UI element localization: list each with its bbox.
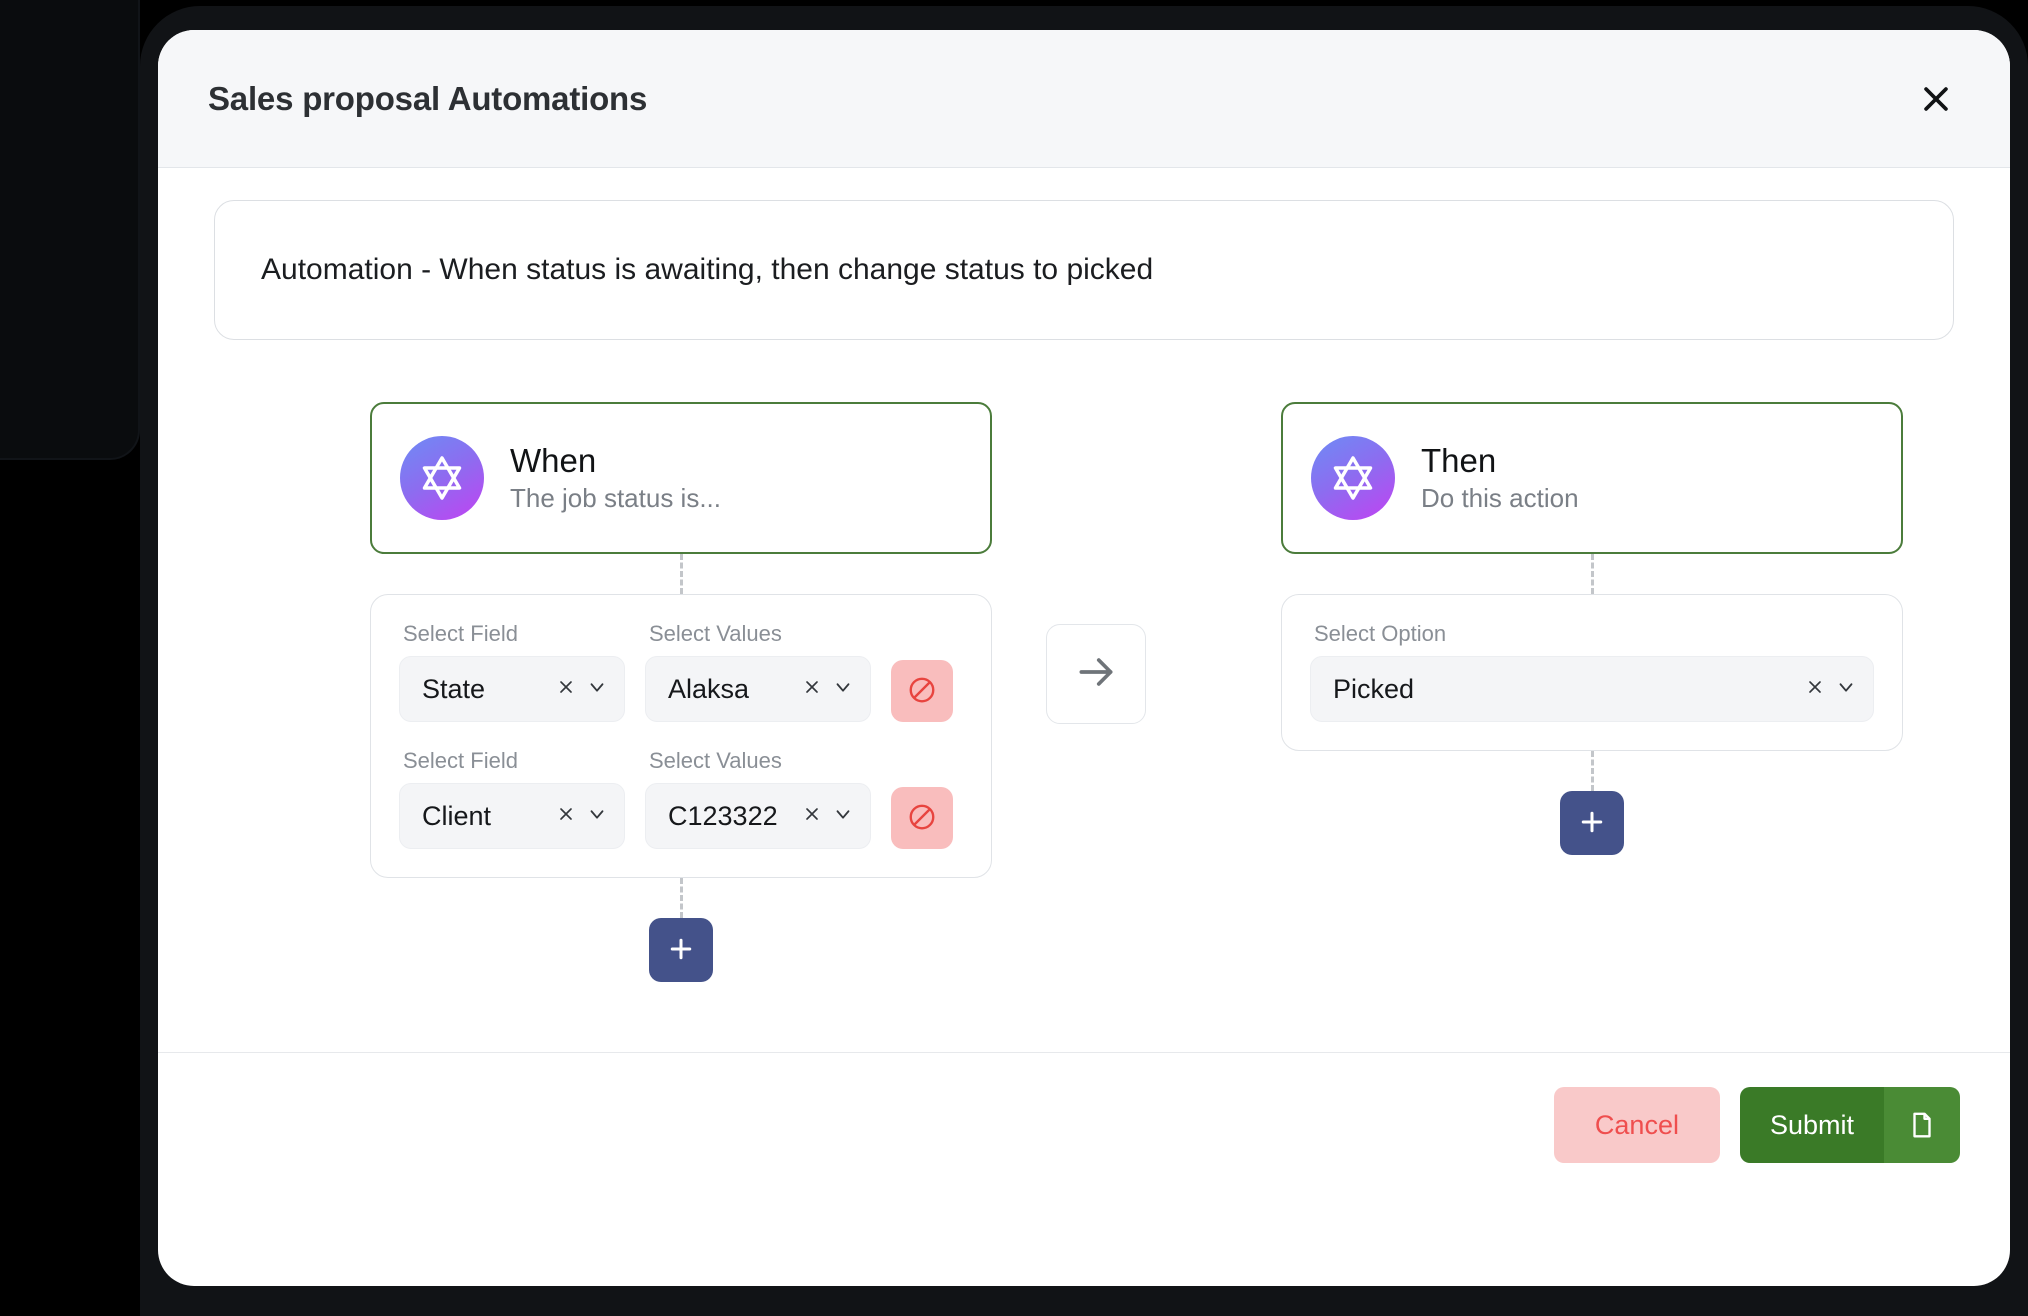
dialog-body: Automation - When status is awaiting, th… [158,168,2010,1052]
select-option-dropdown[interactable]: Picked [1310,656,1874,722]
then-branch: Then Do this action Select Option Picked [1281,402,1903,855]
chevron-down-icon[interactable] [586,803,608,830]
clear-icon[interactable] [556,804,576,829]
when-title: When [510,442,597,479]
clear-icon[interactable] [802,677,822,702]
automation-summary-banner: Automation - When status is awaiting, th… [214,200,1954,340]
star-of-david-icon [1311,436,1395,520]
chevron-down-icon[interactable] [832,803,854,830]
automations-dialog: Sales proposal Automations Automation - … [158,30,2010,1286]
then-action-card[interactable]: Then Do this action [1281,402,1903,554]
connector-dash-when-bottom [679,878,683,918]
select-field-value: State [422,673,486,704]
select-field-dropdown[interactable]: State [399,656,625,722]
select-controls [802,676,854,703]
plus-icon [666,934,696,967]
clear-icon[interactable] [556,677,576,702]
background-panel [0,0,140,460]
chevron-down-icon[interactable] [586,676,608,703]
select-field-value: Client [422,800,492,831]
select-field-dropdown[interactable]: Client [399,783,625,849]
then-option-panel: Select Option Picked [1281,594,1903,751]
select-controls [1805,676,1857,703]
flow-direction-arrow[interactable] [1046,624,1146,724]
select-values-dropdown[interactable]: C123322 [645,783,871,849]
then-title: Then [1421,442,1497,479]
submit-button-label: Submit [1739,1087,1884,1163]
select-values-dropdown[interactable]: Alaksa [645,656,871,722]
when-trigger-text: When The job status is... [510,442,721,514]
condition-row: Select Field State Select Values Alaksa [399,621,963,722]
when-branch: When The job status is... Select Field S… [370,402,992,982]
select-values-label: Select Values [649,748,782,773]
condition-row: Select Field Client Select Values C12332… [399,748,963,849]
automation-summary-text: Automation - When status is awaiting, th… [261,253,1154,286]
dialog-header: Sales proposal Automations [158,30,2010,168]
chevron-down-icon[interactable] [1835,676,1857,703]
remove-condition-button[interactable] [891,787,953,849]
connector-dash-when-top [679,554,683,594]
close-button[interactable] [1908,71,1964,127]
file-icon[interactable] [1884,1087,1960,1163]
dialog-footer: Cancel Submit [158,1052,2010,1286]
page-title: Sales proposal Automations [208,79,648,117]
chevron-down-icon[interactable] [832,676,854,703]
then-subtitle: Do this action [1421,483,1579,513]
star-of-david-icon [400,436,484,520]
select-values-value: C123322 [668,800,778,831]
close-icon [1919,82,1953,116]
when-subtitle: The job status is... [510,483,721,513]
select-field-group: Select Field State [399,621,625,722]
plus-icon [1577,807,1607,840]
select-option-label: Select Option [1314,621,1447,646]
no-entry-icon [907,675,937,708]
arrow-right-icon [1074,650,1118,699]
select-controls [802,803,854,830]
select-values-group: Select Values C123322 [645,748,871,849]
select-option-group: Select Option Picked [1310,621,1874,722]
select-values-label: Select Values [649,621,782,646]
connector-dash-then-top [1590,554,1594,594]
select-values-group: Select Values Alaksa [645,621,871,722]
select-controls [556,803,608,830]
no-entry-icon [907,802,937,835]
then-action-text: Then Do this action [1421,442,1579,514]
when-trigger-card[interactable]: When The job status is... [370,402,992,554]
clear-icon[interactable] [1805,677,1825,702]
select-option-value: Picked [1333,673,1415,704]
add-condition-button[interactable] [649,918,713,982]
cancel-button[interactable]: Cancel [1553,1087,1720,1163]
select-field-group: Select Field Client [399,748,625,849]
submit-button[interactable]: Submit [1739,1087,1960,1163]
clear-icon[interactable] [802,804,822,829]
automation-flow: When The job status is... Select Field S… [208,402,1960,1002]
when-conditions-panel: Select Field State Select Values Alaksa … [370,594,992,878]
select-controls [556,676,608,703]
select-field-label: Select Field [403,621,518,646]
select-field-label: Select Field [403,748,518,773]
connector-dash-then-bottom [1590,751,1594,791]
select-values-value: Alaksa [668,673,750,704]
add-action-button[interactable] [1560,791,1624,855]
remove-condition-button[interactable] [891,660,953,722]
